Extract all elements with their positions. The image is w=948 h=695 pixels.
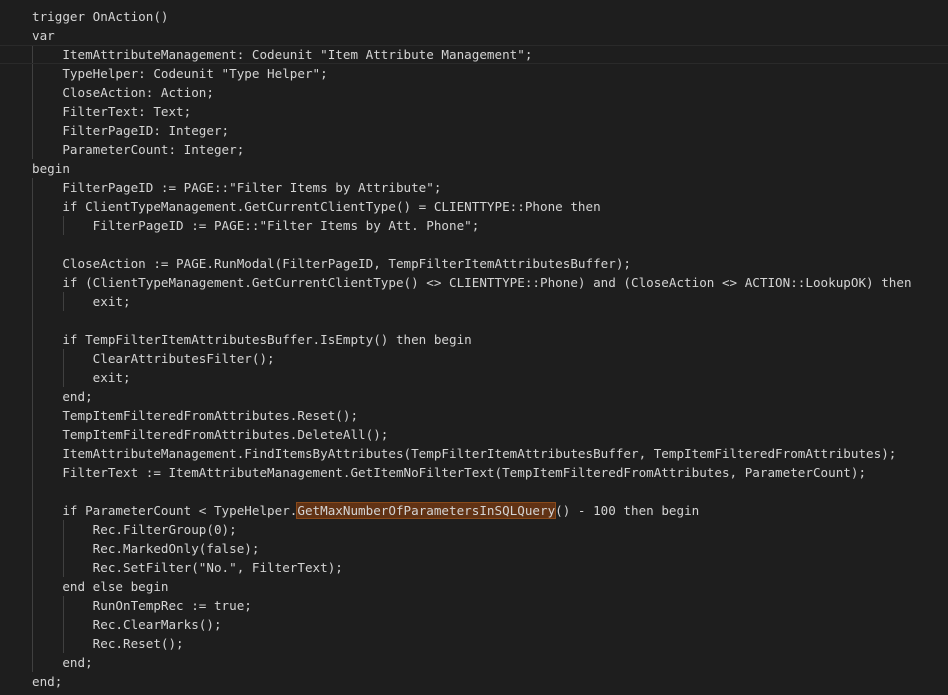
code-line[interactable]: Rec.MarkedOnly(false); xyxy=(0,539,948,558)
code-line[interactable]: FilterText := ItemAttributeManagement.Ge… xyxy=(0,463,948,482)
code-text: RunOnTempRec := true; xyxy=(32,598,252,613)
code-line[interactable] xyxy=(0,482,948,501)
code-text: var xyxy=(32,28,55,43)
code-text: Rec.SetFilter("No.", FilterText); xyxy=(32,560,343,575)
code-text: if ClientTypeManagement.GetCurrentClient… xyxy=(32,199,601,214)
code-line[interactable]: Rec.Reset(); xyxy=(0,634,948,653)
code-line[interactable]: begin xyxy=(0,159,948,178)
code-line[interactable]: exit; xyxy=(0,368,948,387)
code-line[interactable]: end; xyxy=(0,653,948,672)
code-text: FilterPageID: Integer; xyxy=(32,123,230,138)
code-text: ClearAttributesFilter(); xyxy=(32,351,275,366)
code-text: CloseAction := PAGE.RunModal(FilterPageI… xyxy=(32,256,631,271)
code-text: Rec.Reset(); xyxy=(32,636,184,651)
code-text: TypeHelper: Codeunit "Type Helper"; xyxy=(32,66,328,81)
code-text: TempItemFilteredFromAttributes.DeleteAll… xyxy=(32,427,389,442)
code-line[interactable]: TempItemFilteredFromAttributes.Reset(); xyxy=(0,406,948,425)
code-line[interactable]: FilterText: Text; xyxy=(0,102,948,121)
code-line[interactable]: if TempFilterItemAttributesBuffer.IsEmpt… xyxy=(0,330,948,349)
code-line[interactable]: end else begin xyxy=(0,577,948,596)
code-line[interactable]: if ParameterCount < TypeHelper.GetMaxNum… xyxy=(0,501,948,520)
code-line[interactable]: if ClientTypeManagement.GetCurrentClient… xyxy=(0,197,948,216)
code-text: end; xyxy=(32,655,93,670)
code-text: ItemAttributeManagement.FindItemsByAttri… xyxy=(32,446,897,461)
code-text: if TempFilterItemAttributesBuffer.IsEmpt… xyxy=(32,332,472,347)
code-line[interactable]: RunOnTempRec := true; xyxy=(0,596,948,615)
code-lines[interactable]: trigger OnAction() var ItemAttributeManag… xyxy=(0,7,948,691)
code-line[interactable]: TypeHelper: Codeunit "Type Helper"; xyxy=(0,64,948,83)
code-text: exit; xyxy=(32,294,131,309)
code-line[interactable]: Rec.FilterGroup(0); xyxy=(0,520,948,539)
code-text: CloseAction: Action; xyxy=(32,85,214,100)
code-line[interactable]: end; xyxy=(0,387,948,406)
code-line[interactable]: FilterPageID: Integer; xyxy=(0,121,948,140)
code-line[interactable] xyxy=(0,311,948,330)
code-line[interactable]: ClearAttributesFilter(); xyxy=(0,349,948,368)
code-text: exit; xyxy=(32,370,131,385)
code-text: FilterText: Text; xyxy=(32,104,192,119)
code-text: if ParameterCount < TypeHelper. xyxy=(32,503,298,518)
selection-highlight: GetMaxNumberOfParametersInSQLQuery xyxy=(296,502,557,519)
code-line[interactable]: CloseAction := PAGE.RunModal(FilterPageI… xyxy=(0,254,948,273)
code-line[interactable]: ItemAttributeManagement: Codeunit "Item … xyxy=(0,45,948,64)
code-line[interactable]: TempItemFilteredFromAttributes.DeleteAll… xyxy=(0,425,948,444)
code-text: () - 100 then begin xyxy=(555,503,700,518)
code-text: end; xyxy=(32,389,93,404)
code-text: ItemAttributeManagement: Codeunit "Item … xyxy=(32,47,533,62)
code-line[interactable]: exit; xyxy=(0,292,948,311)
code-line[interactable]: FilterPageID := PAGE::"Filter Items by A… xyxy=(0,216,948,235)
code-text: trigger OnAction() xyxy=(32,9,169,24)
code-text: if (ClientTypeManagement.GetCurrentClien… xyxy=(32,275,912,290)
code-line[interactable]: Rec.SetFilter("No.", FilterText); xyxy=(0,558,948,577)
code-text: FilterPageID := PAGE::"Filter Items by A… xyxy=(32,218,480,233)
code-line[interactable]: Rec.ClearMarks(); xyxy=(0,615,948,634)
code-line[interactable]: ItemAttributeManagement.FindItemsByAttri… xyxy=(0,444,948,463)
code-line[interactable]: ParameterCount: Integer; xyxy=(0,140,948,159)
code-line[interactable]: CloseAction: Action; xyxy=(0,83,948,102)
code-line[interactable] xyxy=(0,235,948,254)
code-text: Rec.MarkedOnly(false); xyxy=(32,541,260,556)
code-text: ParameterCount: Integer; xyxy=(32,142,245,157)
code-text: end else begin xyxy=(32,579,169,594)
code-editor[interactable]: trigger OnAction() var ItemAttributeManag… xyxy=(0,0,948,695)
code-line[interactable]: end; xyxy=(0,672,948,691)
code-text: Rec.FilterGroup(0); xyxy=(32,522,237,537)
code-line[interactable]: trigger OnAction() xyxy=(0,7,948,26)
code-text: begin xyxy=(32,161,70,176)
code-text: FilterPageID := PAGE::"Filter Items by A… xyxy=(32,180,442,195)
code-text: end; xyxy=(32,674,63,689)
code-text: TempItemFilteredFromAttributes.Reset(); xyxy=(32,408,359,423)
code-line[interactable]: FilterPageID := PAGE::"Filter Items by A… xyxy=(0,178,948,197)
code-text: FilterText := ItemAttributeManagement.Ge… xyxy=(32,465,867,480)
code-text: Rec.ClearMarks(); xyxy=(32,617,222,632)
code-line[interactable]: if (ClientTypeManagement.GetCurrentClien… xyxy=(0,273,948,292)
code-line[interactable]: var xyxy=(0,26,948,45)
